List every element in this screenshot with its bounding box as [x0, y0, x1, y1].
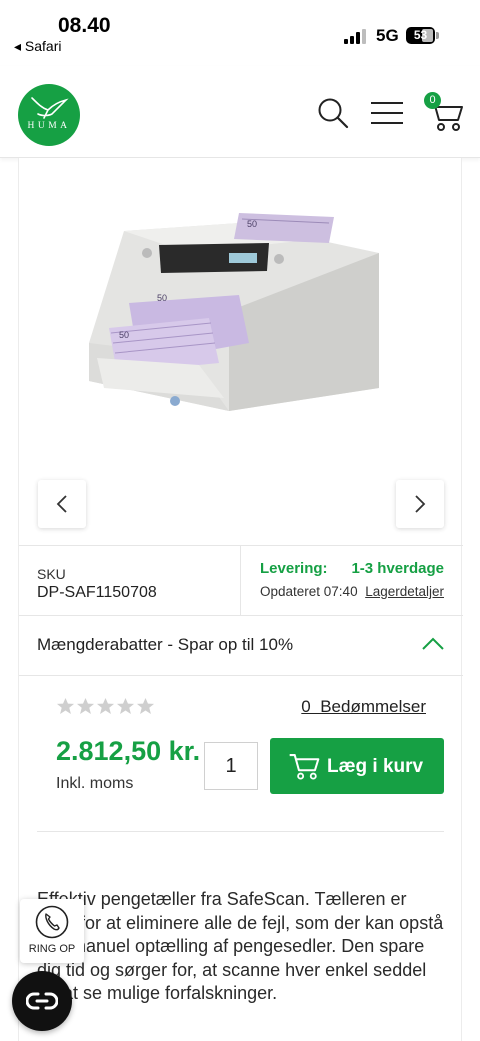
stock-updated-time: Opdateret 07:40 — [260, 584, 358, 599]
ratings-link[interactable]: 0 Bedømmelser — [301, 697, 426, 717]
discount-title: Mængderabatter - Spar op til 10% — [37, 635, 294, 654]
network-type: 5G — [376, 26, 399, 45]
search-icon[interactable] — [316, 96, 350, 130]
product-price: 2.812,50 kr. — [56, 736, 201, 766]
note-label: 50 — [119, 330, 129, 340]
product-info-row: SKU DP-SAF1150708 Levering: 1-3 hverdage… — [19, 545, 463, 616]
cart-icon — [289, 754, 320, 780]
quantity-discount-accordion[interactable]: Mængderabatter - Spar op til 10% — [19, 616, 463, 676]
huma-logo[interactable]: HUMA — [18, 84, 80, 146]
ios-status-bar: 08.40 ◂ Safari 5G 53 — [0, 0, 480, 64]
rating-stars — [56, 697, 155, 715]
cart-count-badge: 0 — [424, 92, 441, 109]
sku-label: SKU — [37, 566, 66, 582]
back-to-safari-link[interactable]: ◂ Safari — [14, 38, 62, 55]
note-label: 50 — [247, 219, 257, 229]
add-to-cart-button[interactable]: Læg i kurv — [270, 738, 444, 794]
sku-section: SKU DP-SAF1150708 — [19, 546, 241, 615]
star-icon — [136, 697, 155, 715]
logo-text: HUMA — [27, 121, 71, 131]
bird-logo-icon — [31, 97, 69, 119]
call-us-label: RING OP — [28, 943, 76, 955]
carousel-prev-button[interactable] — [38, 480, 86, 528]
stock-details-link[interactable]: Lagerdetaljer — [365, 584, 444, 599]
vat-note: Inkl. moms — [56, 775, 134, 792]
chat-icon — [26, 992, 58, 1010]
site-header: HUMA 0 — [0, 66, 480, 158]
battery-icon: 53 — [406, 27, 435, 44]
phone-icon — [35, 905, 69, 939]
add-to-cart-label: Læg i kurv — [327, 756, 424, 777]
product-card: 50 50 50 SKU DP-SAF1150708 Levering: 1-3… — [18, 158, 463, 1041]
chevron-left-icon — [56, 495, 67, 513]
status-time: 08.40 — [58, 14, 111, 37]
carousel-next-button[interactable] — [396, 480, 444, 528]
star-icon — [56, 697, 75, 715]
purchase-section: 0 Bedømmelser 2.812,50 kr. Inkl. moms 1 … — [19, 676, 463, 831]
battery-level: 53 — [413, 28, 428, 42]
menu-icon[interactable] — [370, 100, 404, 126]
chevron-right-icon — [415, 495, 426, 513]
signal-icon — [344, 28, 368, 44]
note-label: 50 — [157, 293, 167, 303]
product-description: Effektiv pengetæller fra SafeScan. Tælle… — [37, 889, 444, 1003]
star-icon — [116, 697, 135, 715]
chevron-up-icon — [422, 637, 444, 650]
delivery-label: Levering: — [260, 560, 328, 577]
quantity-input[interactable]: 1 — [204, 742, 258, 790]
product-image-money-counter[interactable]: 50 50 50 — [79, 183, 409, 413]
call-us-button[interactable]: RING OP — [20, 899, 84, 963]
divider — [37, 831, 444, 832]
star-icon — [76, 697, 95, 715]
sku-value: DP-SAF1150708 — [37, 584, 157, 601]
chat-button[interactable] — [12, 971, 72, 1031]
delivery-value: 1-3 hverdage — [351, 560, 444, 577]
star-icon — [96, 697, 115, 715]
